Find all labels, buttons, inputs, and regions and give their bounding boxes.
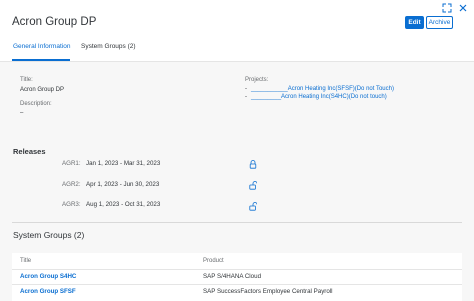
table-row[interactable]: Acron Group SFSF SAP SuccessFactors Empl… [12, 284, 462, 299]
system-group-link[interactable]: Acron Group SFSF [20, 288, 76, 295]
release-label: AGR1: [62, 160, 81, 167]
section-divider [12, 222, 462, 223]
project-bullet: - [245, 94, 247, 100]
locked-icon[interactable] [249, 160, 257, 169]
unlocked-icon[interactable] [249, 202, 257, 211]
description-label: Description: [20, 101, 52, 107]
fullscreen-icon[interactable] [440, 3, 454, 15]
release-label: AGR2: [62, 181, 81, 188]
column-header-title[interactable]: Title [20, 258, 31, 264]
close-icon[interactable] [456, 3, 470, 15]
description-value: – [20, 110, 24, 116]
product-cell: SAP SuccessFactors Employee Central Payr… [203, 288, 333, 295]
column-header-product[interactable]: Product [203, 258, 224, 264]
release-label: AGR3: [62, 201, 81, 208]
object-header: Acron Group DP Edit Archive General Info… [0, 0, 474, 62]
product-cell: SAP S/4HANA Cloud [203, 273, 262, 280]
releases-title: Releases [13, 147, 46, 156]
tab-general-information[interactable]: General Information [13, 43, 70, 50]
title-value: Acron Group DP [20, 87, 65, 93]
release-range: Apr 1, 2023 - Jun 30, 2023 [86, 181, 160, 188]
system-groups-title: System Groups (2) [13, 230, 85, 240]
system-groups-table: Title Product Acron Group S4HC SAP S/4HA… [12, 253, 462, 301]
project-link[interactable]: _________Acron Heating Inc(S4HC)(Do not … [251, 94, 387, 100]
tab-system-groups[interactable]: System Groups (2) [81, 43, 136, 50]
archive-button[interactable]: Archive [426, 16, 453, 29]
projects-label: Projects: [245, 77, 269, 83]
table-row[interactable]: Acron Group S4HC SAP S/4HANA Cloud [12, 269, 462, 284]
unlocked-icon[interactable] [249, 181, 257, 190]
edit-button[interactable]: Edit [405, 16, 424, 29]
page-title: Acron Group DP [12, 16, 97, 28]
system-group-link[interactable]: Acron Group S4HC [20, 273, 76, 280]
project-link[interactable]: ___________Acron Heating Inc(SFSF)(Do no… [251, 86, 394, 92]
release-range: Aug 1, 2023 - Oct 31, 2023 [86, 201, 161, 208]
release-range: Jan 1, 2023 - Mar 31, 2023 [86, 160, 161, 167]
title-label: Title: [20, 77, 33, 83]
project-bullet: - [245, 86, 247, 92]
header-divider [0, 61, 474, 62]
